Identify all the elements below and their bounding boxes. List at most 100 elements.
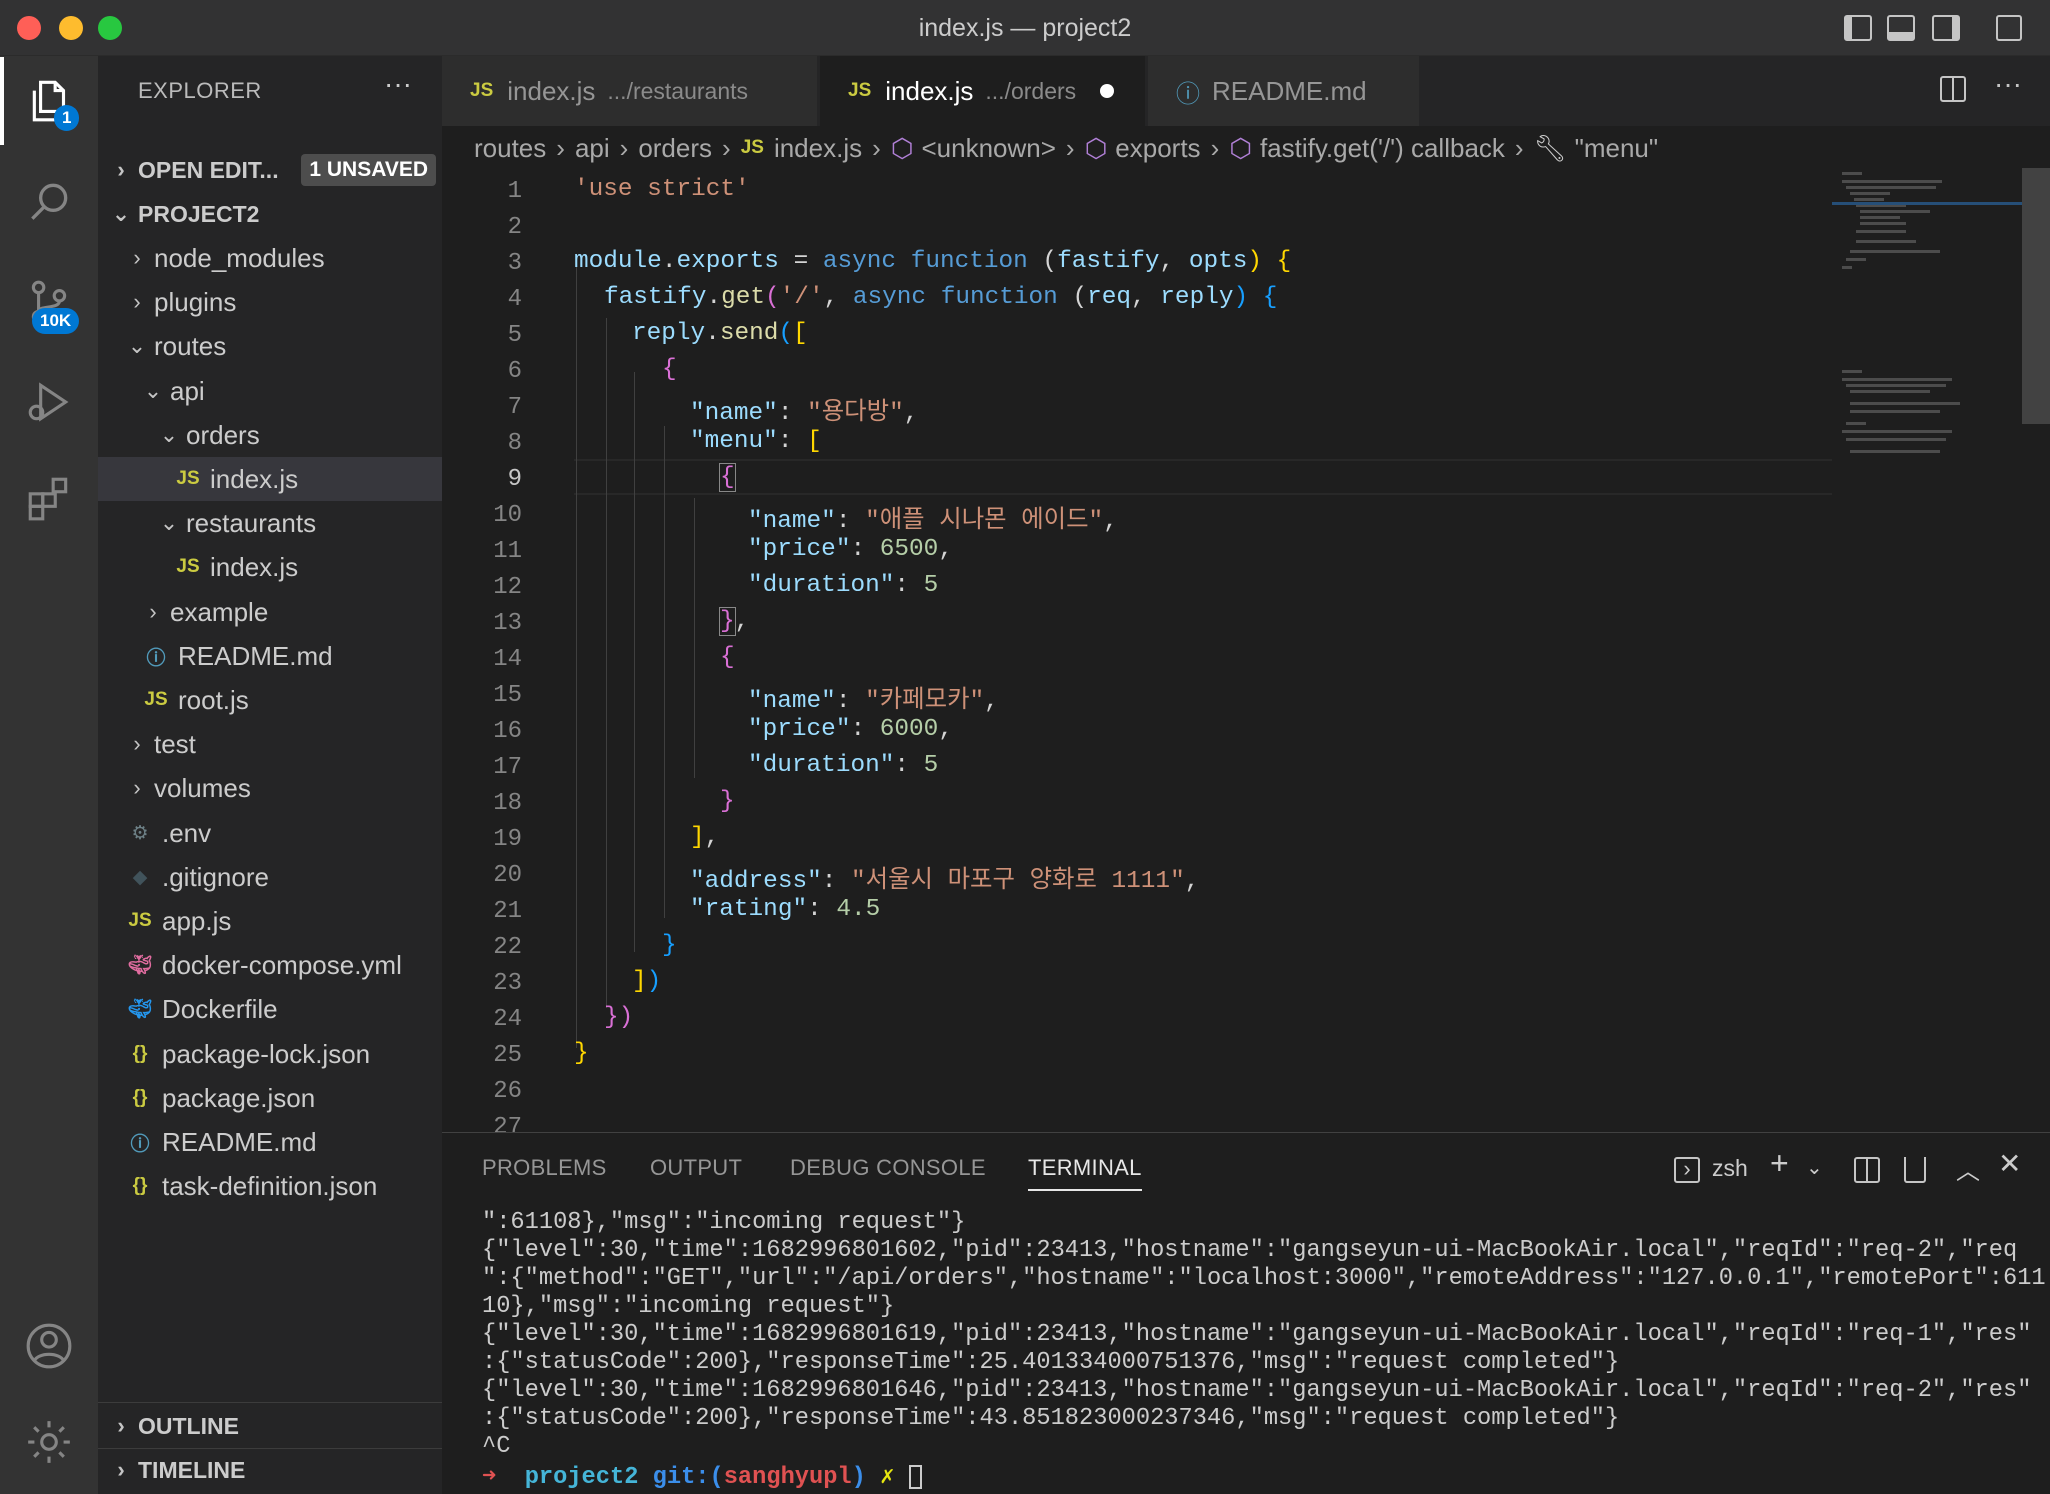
cube-icon: ⬡ bbox=[1229, 132, 1252, 163]
timeline-section[interactable]: › TIMELINE bbox=[98, 1448, 442, 1492]
breadcrumb-item[interactable]: <unknown> bbox=[921, 133, 1055, 164]
account-icon[interactable] bbox=[0, 1302, 98, 1390]
chevron-right-icon: › bbox=[117, 157, 125, 182]
open-editors-section[interactable]: › OPEN EDIT... 1 UNSAVED bbox=[98, 148, 442, 192]
tab-problems[interactable]: PROBLEMS bbox=[482, 1155, 607, 1181]
tab-orders-index[interactable]: JS index.js .../orders bbox=[820, 56, 1146, 126]
editor-tabs: JS index.js .../restaurants JS index.js … bbox=[442, 56, 2050, 126]
tree-item-label: .env bbox=[162, 817, 212, 848]
tree-file[interactable]: JS index.js bbox=[98, 545, 442, 589]
tree-folder[interactable]: ⌄ restaurants bbox=[98, 501, 442, 545]
code-line: "rating": 4.5 bbox=[690, 896, 881, 923]
files-icon[interactable]: 1 bbox=[0, 57, 98, 145]
terminal-icon: › bbox=[1674, 1157, 1700, 1183]
explorer-sidebar: EXPLORER ··· › OPEN EDIT... 1 UNSAVED ⌄ … bbox=[98, 56, 442, 1494]
tree-file[interactable]: 🐳︎ docker-compose.yml bbox=[98, 943, 442, 987]
tree-file[interactable]: ⚙ .env bbox=[98, 811, 442, 855]
breadcrumb-item[interactable]: api bbox=[575, 133, 610, 164]
toggle-primary-sidebar-icon[interactable] bbox=[1844, 15, 1872, 41]
breadcrumb-item[interactable]: exports bbox=[1115, 133, 1200, 164]
line-number: 17 bbox=[493, 754, 522, 781]
tree-folder[interactable]: ⌄ orders bbox=[98, 413, 442, 457]
new-terminal-icon[interactable]: + bbox=[1770, 1145, 1789, 1182]
chevron-down-icon: ⌄ bbox=[159, 510, 179, 535]
tree-item-label: index.js bbox=[210, 551, 299, 582]
line-number: 21 bbox=[493, 898, 522, 925]
tab-restaurants-index[interactable]: JS index.js .../restaurants bbox=[442, 56, 818, 126]
tab-readme[interactable]: ⓘ README.md bbox=[1148, 56, 1420, 126]
project-section[interactable]: ⌄ PROJECT2 bbox=[98, 192, 442, 236]
toggle-secondary-sidebar-icon[interactable] bbox=[1932, 15, 1960, 41]
breadcrumb-item[interactable]: routes bbox=[474, 133, 546, 164]
editor-scrollbar[interactable] bbox=[2022, 168, 2050, 424]
explorer-more-icon[interactable]: ··· bbox=[384, 68, 412, 100]
tree-file[interactable]: ⓘ README.md bbox=[98, 1120, 442, 1164]
code-editor[interactable]: 1 2 3 4 5 6 7 8 9 10 11 12 13 14 15 16 17 18 19 20 21 22 23 24 2… bbox=[442, 168, 2050, 1132]
line-number: 27 bbox=[493, 1114, 522, 1132]
tree-file[interactable]: 🐳︎ Dockerfile bbox=[98, 987, 442, 1031]
maximize-panel-icon[interactable]: ︿ bbox=[1956, 1151, 1980, 1186]
tree-file[interactable]: JS app.js bbox=[98, 899, 442, 943]
code-line: reply.send([ bbox=[632, 320, 808, 347]
breadcrumb-item[interactable]: fastify.get('/') callback bbox=[1260, 133, 1505, 164]
chevron-right-icon: › bbox=[133, 289, 141, 314]
terminal-line: :{"statusCode":200},"responseTime":25.40… bbox=[482, 1349, 1620, 1376]
tree-folder[interactable]: › volumes bbox=[98, 766, 442, 810]
tree-item-label: plugins bbox=[154, 286, 237, 317]
tree-folder[interactable]: › node_modules bbox=[98, 236, 442, 280]
terminal-line: ":{"method":"GET","url":"/api/orders","h… bbox=[482, 1265, 2046, 1292]
unsaved-badge: 1 UNSAVED bbox=[301, 154, 436, 186]
tree-file[interactable]: ◆ .gitignore bbox=[98, 855, 442, 899]
tab-label: index.js bbox=[507, 75, 596, 106]
unsaved-dot-icon[interactable] bbox=[1100, 84, 1115, 98]
search-icon[interactable] bbox=[0, 158, 98, 246]
settings-gear-icon[interactable] bbox=[0, 1398, 98, 1486]
tab-debug-console[interactable]: DEBUG CONSOLE bbox=[790, 1155, 986, 1181]
extensions-icon[interactable] bbox=[0, 454, 98, 542]
split-terminal-icon[interactable] bbox=[1854, 1157, 1880, 1183]
more-actions-icon[interactable]: ··· bbox=[1994, 68, 2022, 100]
outline-section[interactable]: › OUTLINE bbox=[98, 1404, 442, 1448]
customize-layout-icon[interactable] bbox=[1996, 15, 2022, 41]
tree-file[interactable]: JS root.js bbox=[98, 678, 442, 722]
tree-folder[interactable]: › example bbox=[98, 590, 442, 634]
tree-folder[interactable]: ⌄ routes bbox=[98, 324, 442, 368]
terminal-prompt[interactable]: ➜ project2 git:(sanghyupl) ✗ bbox=[482, 1461, 922, 1491]
json-file-icon: {} bbox=[132, 1175, 148, 1196]
tree-item-label: task-definition.json bbox=[162, 1170, 378, 1201]
run-debug-icon[interactable] bbox=[0, 358, 98, 446]
close-panel-icon[interactable]: ✕ bbox=[1998, 1147, 2021, 1180]
tree-folder[interactable]: ⌄ api bbox=[98, 369, 442, 413]
tree-folder[interactable]: › plugins bbox=[98, 280, 442, 324]
breadcrumb-item[interactable]: orders bbox=[638, 133, 712, 164]
minimap[interactable] bbox=[1832, 168, 2022, 1132]
tree-item-label: Dockerfile bbox=[162, 993, 278, 1024]
tree-item-label: orders bbox=[186, 419, 260, 450]
tree-file[interactable]: {} package.json bbox=[98, 1076, 442, 1120]
breadcrumb-item[interactable]: "menu" bbox=[1575, 133, 1659, 164]
source-control-icon[interactable]: 10K bbox=[0, 258, 98, 346]
git-file-icon: ◆ bbox=[132, 866, 148, 888]
chevron-right-icon: › bbox=[149, 599, 157, 624]
tree-file[interactable]: {} package-lock.json bbox=[98, 1032, 442, 1076]
js-file-icon: JS bbox=[848, 80, 872, 101]
breadcrumb-item[interactable]: index.js bbox=[774, 133, 862, 164]
split-editor-icon[interactable] bbox=[1940, 76, 1966, 102]
shell-name[interactable]: zsh bbox=[1712, 1155, 1748, 1182]
line-number: 12 bbox=[493, 574, 522, 601]
tree-file[interactable]: {} task-definition.json bbox=[98, 1164, 442, 1208]
tree-file[interactable]: JS index.js bbox=[98, 457, 442, 501]
tree-file[interactable]: ⓘ README.md bbox=[98, 634, 442, 678]
toggle-panel-icon[interactable] bbox=[1887, 15, 1915, 41]
vscode-window: index.js — project2 1 10K EXPLORER ··· ›… bbox=[0, 0, 2050, 1494]
line-number: 4 bbox=[507, 286, 522, 313]
tree-folder[interactable]: › test bbox=[98, 722, 442, 766]
chevron-right-icon: › bbox=[117, 1457, 125, 1482]
trash-icon[interactable] bbox=[1904, 1157, 1926, 1183]
chevron-down-icon[interactable]: ⌄ bbox=[1806, 1155, 1823, 1180]
tree-item-label: README.md bbox=[162, 1126, 317, 1157]
chevron-down-icon: ⌄ bbox=[143, 378, 163, 403]
tab-output[interactable]: OUTPUT bbox=[650, 1155, 742, 1181]
tab-terminal[interactable]: TERMINAL bbox=[1028, 1155, 1142, 1191]
gear-file-icon: ⚙ bbox=[131, 822, 149, 844]
